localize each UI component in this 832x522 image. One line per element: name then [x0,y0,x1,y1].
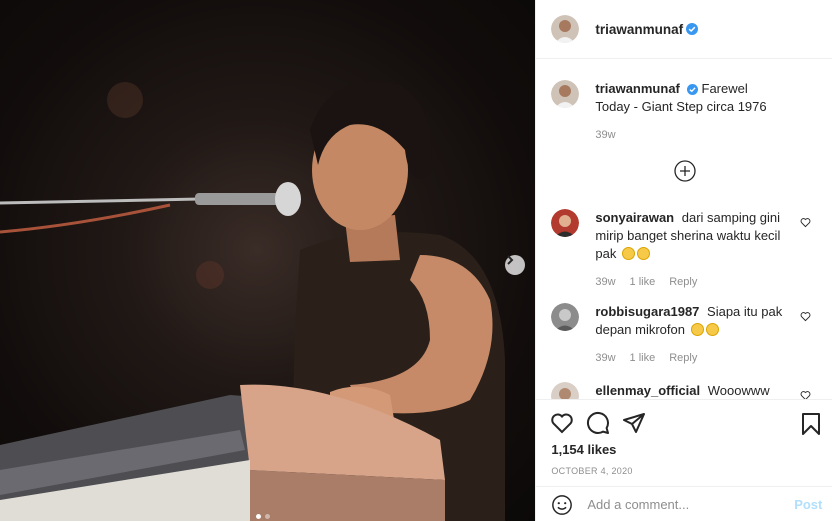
reply-button[interactable]: Reply [669,349,697,367]
emoji-picker-icon[interactable] [551,494,573,516]
thinking-emoji-icon [705,323,719,336]
like-comment-heart-icon[interactable] [800,217,811,228]
comment-item: sonyairawan dari samping gini mirip bang… [551,209,819,291]
comment-username[interactable]: robbisugara1987 [595,304,699,319]
post-photo[interactable] [0,0,536,521]
grinning-emoji-icon [621,247,635,260]
comment-time[interactable]: 39w [595,273,615,291]
comment-text: Wooowww [707,383,770,398]
comment-likes[interactable]: 1 like [630,273,656,291]
post-actions: 1,154 likes OCTOBER 4, 2020 [536,399,832,476]
comment-username[interactable]: ellenmay_official [595,383,700,398]
comments-list[interactable]: triawanmunaf Farewel Today - Giant Step … [536,59,832,399]
reply-button[interactable]: Reply [669,273,697,291]
comment-time[interactable]: 39w [595,349,615,367]
comment-item: robbisugara1987 Siapa itu pak depan mikr… [551,303,819,367]
like-heart-icon[interactable] [550,411,574,435]
comment-likes[interactable]: 1 like [630,349,656,367]
post-side-panel: triawanmunaf triawanmunaf Farewel Today … [535,0,832,521]
comment-username[interactable]: sonyairawan [595,210,674,225]
likes-count[interactable]: 1,154 likes [536,442,832,457]
header-username[interactable]: triawanmunaf [595,22,683,37]
caption-time[interactable]: 39w [595,126,615,144]
load-more-comments-icon[interactable] [674,160,697,182]
grinning-emoji-icon [636,247,650,260]
add-comment-bar: Post [536,486,832,522]
share-icon[interactable] [622,411,646,435]
verified-badge-icon [686,23,699,35]
verified-badge-icon [686,84,698,95]
carousel-indicator [256,514,270,519]
avatar[interactable] [551,80,580,108]
caption-username[interactable]: triawanmunaf [595,81,680,96]
bookmark-icon[interactable] [800,412,822,436]
like-comment-heart-icon[interactable] [800,390,811,399]
carousel-dot-active [256,514,261,519]
carousel-dot [265,514,270,519]
post-comment-button[interactable]: Post [794,497,822,512]
avatar[interactable] [551,382,580,399]
avatar[interactable] [551,303,580,331]
avatar[interactable] [551,15,580,43]
like-comment-heart-icon[interactable] [800,311,811,322]
post-header: triawanmunaf [536,0,832,59]
post-date[interactable]: OCTOBER 4, 2020 [536,466,832,476]
next-photo-button[interactable] [505,255,525,275]
caption-row: triawanmunaf Farewel Today - Giant Step … [551,80,819,144]
concert-photo-illustration [0,82,505,521]
avatar[interactable] [551,209,580,237]
comment-item: ellenmay_official Wooowww [551,382,819,399]
instagram-post: triawanmunaf triawanmunaf Farewel Today … [0,0,832,521]
comment-icon[interactable] [586,411,610,435]
chevron-right-icon [507,255,514,265]
thinking-emoji-icon [690,323,704,336]
comment-input[interactable] [585,496,780,513]
